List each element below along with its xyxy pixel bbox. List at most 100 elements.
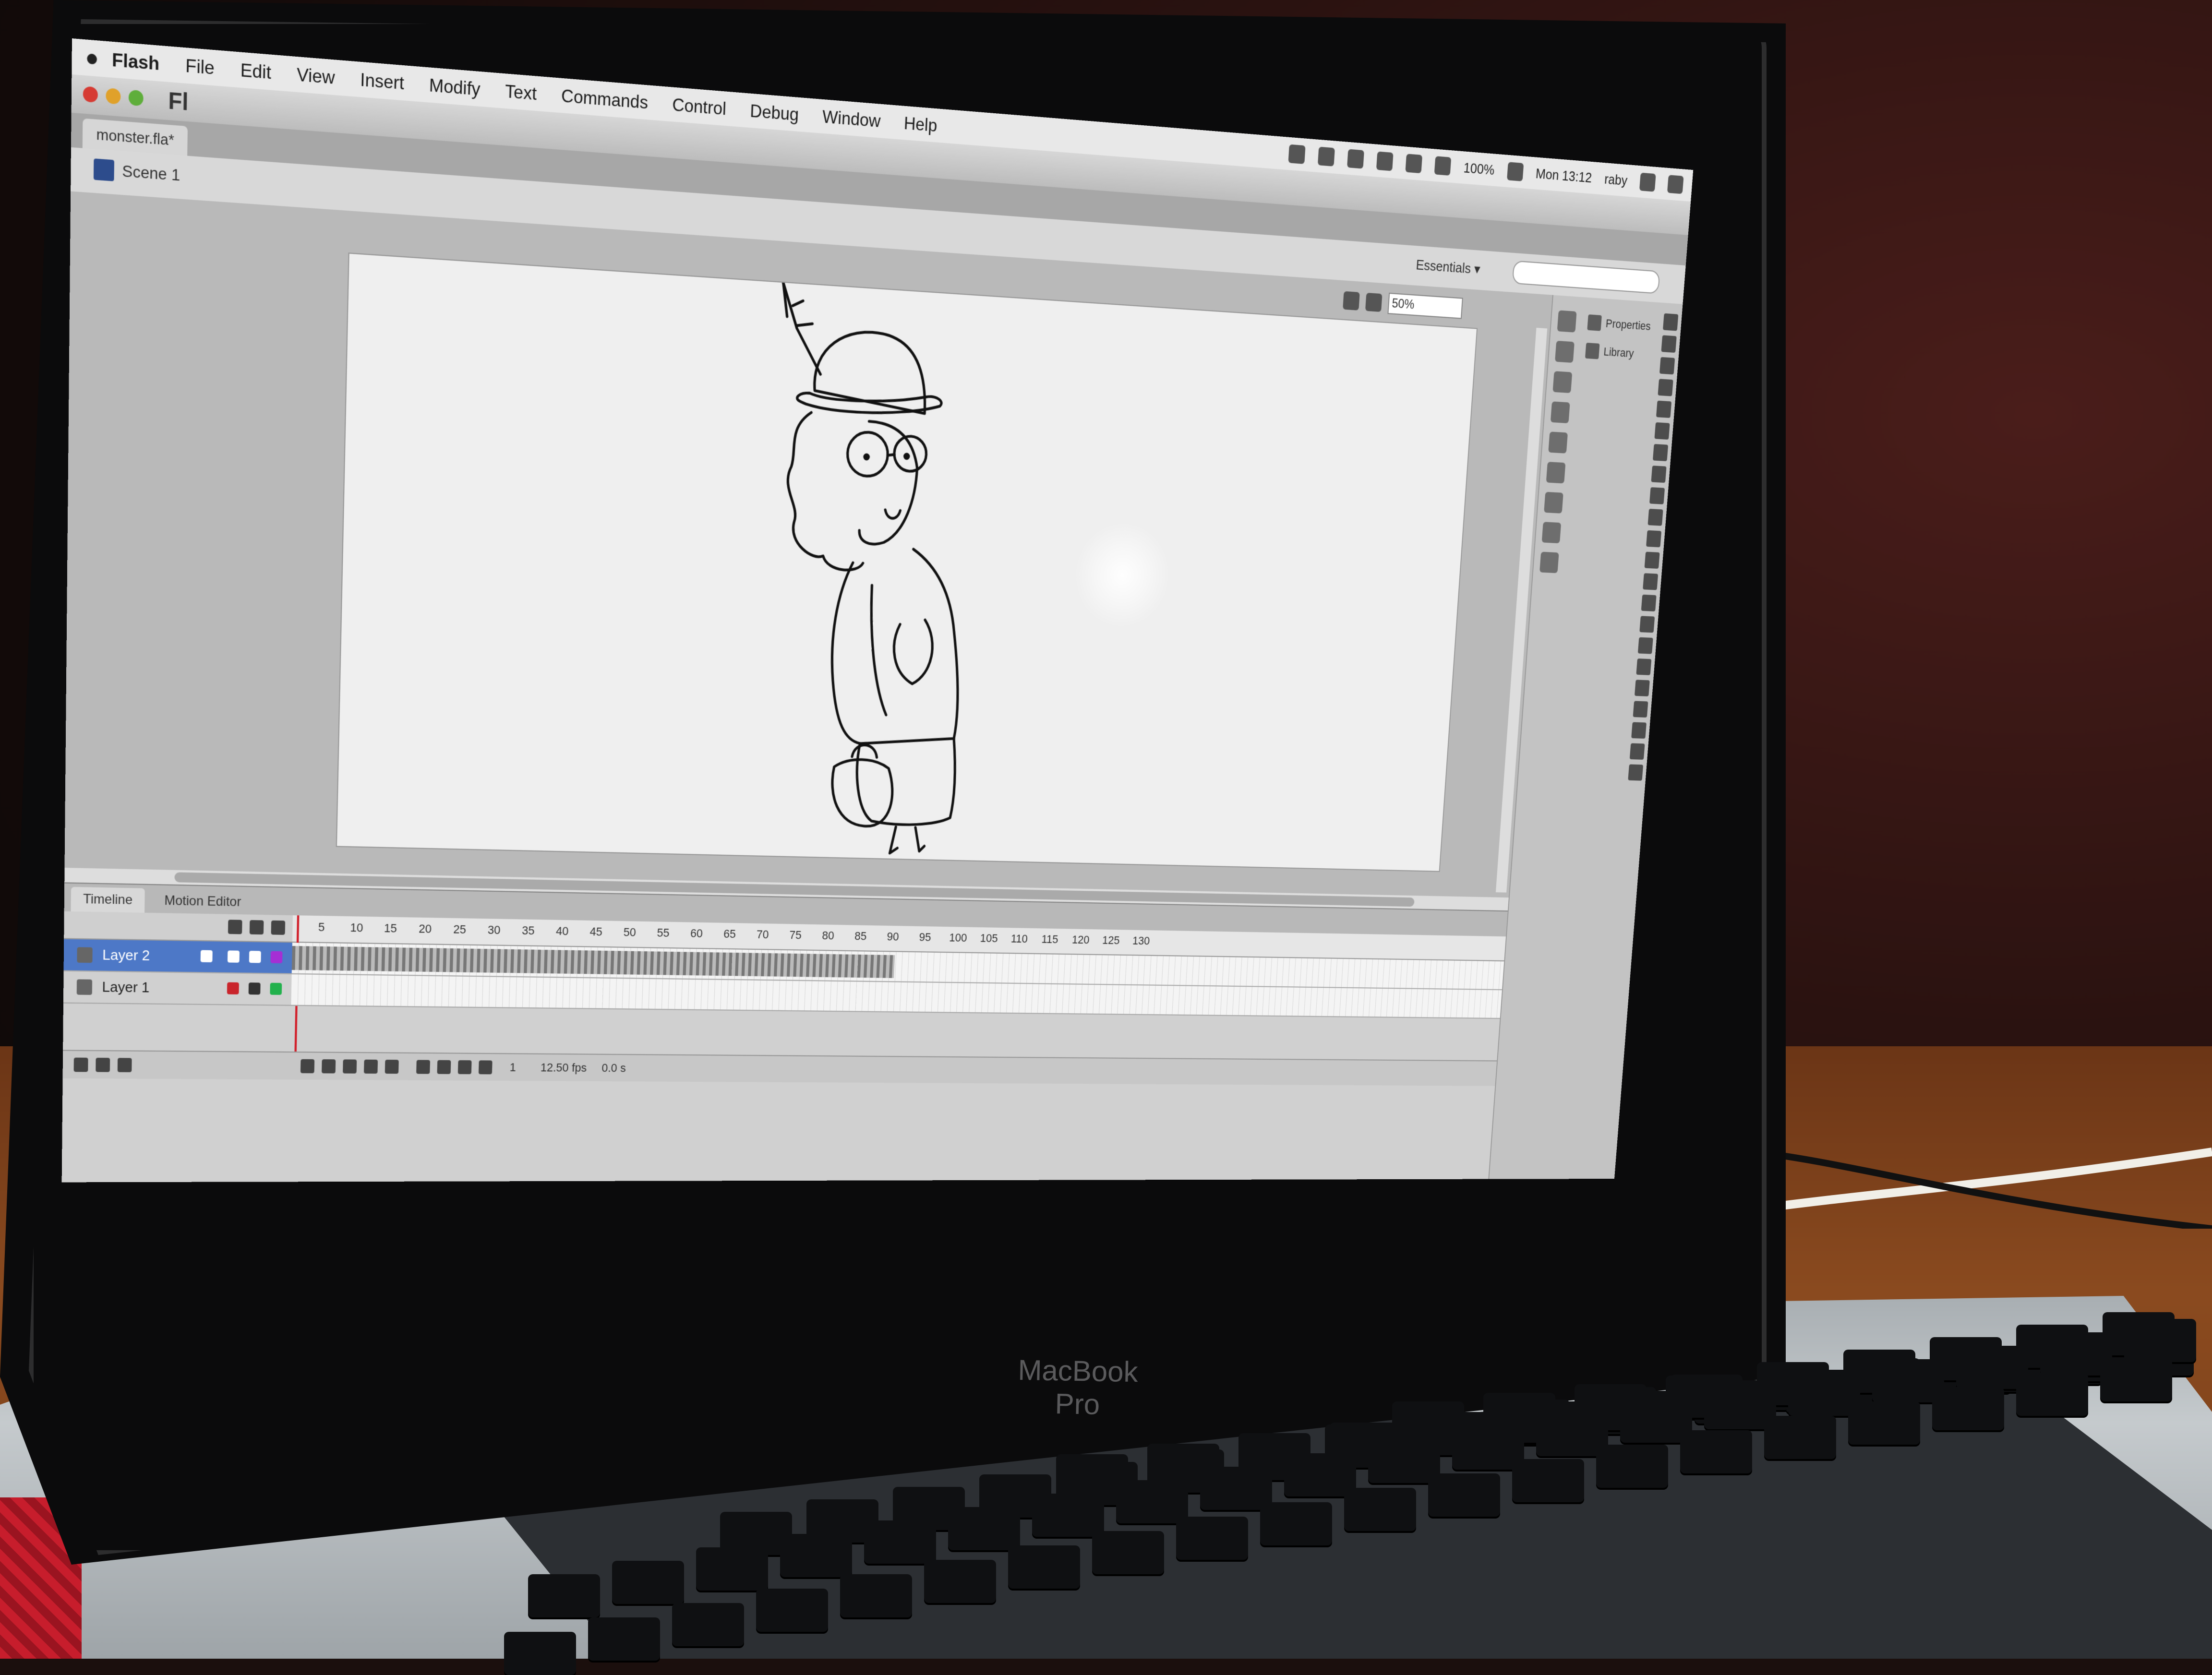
menu-text[interactable]: Text xyxy=(505,80,537,104)
snap-to-objects-icon[interactable] xyxy=(1628,764,1644,781)
layer-name[interactable]: Layer 2 xyxy=(102,946,150,964)
scene-label[interactable]: Scene 1 xyxy=(122,162,180,185)
layer-name[interactable]: Layer 1 xyxy=(102,979,149,996)
library-panel-tab[interactable]: Library xyxy=(1585,336,1654,369)
lock-icon[interactable] xyxy=(248,982,261,995)
close-window-icon[interactable] xyxy=(83,86,98,103)
step-forward-icon[interactable] xyxy=(363,1059,378,1074)
wifi-icon[interactable] xyxy=(1405,154,1423,174)
zoom-select[interactable]: 50% xyxy=(1387,292,1463,319)
go-to-first-frame-icon[interactable] xyxy=(300,1059,315,1074)
current-frame[interactable]: 1 xyxy=(509,1061,516,1075)
visibility-dot-icon[interactable] xyxy=(227,950,240,963)
eyedropper-tool-icon[interactable] xyxy=(1639,616,1655,633)
lock-all-icon[interactable] xyxy=(249,920,264,935)
workspace-switcher[interactable]: Essentials ▾ xyxy=(1416,257,1481,278)
code-snippets-icon[interactable] xyxy=(1546,462,1566,484)
outline-color-icon[interactable] xyxy=(270,951,283,964)
tween-span[interactable] xyxy=(291,945,895,978)
edit-multiple-frames-icon[interactable] xyxy=(478,1060,493,1075)
3d-rotation-tool-icon[interactable] xyxy=(1658,379,1673,396)
onion-skin-icon[interactable] xyxy=(437,1060,451,1074)
bone-tool-icon[interactable] xyxy=(1643,573,1659,590)
color-panel-icon[interactable] xyxy=(1557,310,1577,333)
zoom-tool-icon[interactable] xyxy=(1634,680,1650,697)
character-drawing[interactable] xyxy=(337,254,1477,871)
brush-tool-icon[interactable] xyxy=(1646,530,1662,548)
menu-help[interactable]: Help xyxy=(903,112,938,136)
menu-commands[interactable]: Commands xyxy=(561,85,649,113)
fill-color-icon[interactable] xyxy=(1631,722,1647,739)
edit-scene-icon[interactable] xyxy=(1365,292,1382,312)
align-panel-icon[interactable] xyxy=(1552,371,1573,394)
components-icon[interactable] xyxy=(1544,491,1563,514)
warning-icon[interactable] xyxy=(1317,146,1335,167)
zoom-window-icon[interactable] xyxy=(128,89,144,107)
free-transform-tool-icon[interactable] xyxy=(1659,357,1675,375)
ruler-frame-number: 35 xyxy=(521,923,535,937)
lock-dot-icon[interactable] xyxy=(249,951,261,963)
menu-edit[interactable]: Edit xyxy=(240,59,271,84)
pen-tool-icon[interactable] xyxy=(1654,422,1670,440)
loop-icon[interactable] xyxy=(416,1060,431,1074)
subselection-tool-icon[interactable] xyxy=(1661,335,1677,353)
clock[interactable]: Mon 13:12 xyxy=(1535,165,1592,186)
outline-color-icon[interactable] xyxy=(270,982,282,995)
battery-icon[interactable] xyxy=(1506,162,1524,181)
swatches-panel-icon[interactable] xyxy=(1555,340,1575,363)
new-folder-icon[interactable] xyxy=(96,1057,110,1072)
history-icon[interactable] xyxy=(1539,551,1559,574)
transform-panel-icon[interactable] xyxy=(1548,431,1568,454)
spotlight-icon[interactable] xyxy=(1639,172,1656,192)
pencil-tool-icon[interactable] xyxy=(1647,508,1663,526)
time-machine-icon[interactable] xyxy=(1347,149,1364,169)
dropbox-icon[interactable] xyxy=(1288,144,1306,164)
stroke-color-icon[interactable] xyxy=(1633,701,1648,718)
delete-layer-icon[interactable] xyxy=(117,1058,132,1073)
apple-menu-icon[interactable]: ● xyxy=(72,43,112,73)
layer-row-layer-1[interactable]: Layer 1 xyxy=(63,971,292,1006)
go-to-last-frame-icon[interactable] xyxy=(385,1059,399,1074)
selection-tool-icon[interactable] xyxy=(1662,313,1679,331)
text-tool-icon[interactable] xyxy=(1652,444,1669,462)
deco-tool-icon[interactable] xyxy=(1644,551,1660,569)
step-back-icon[interactable] xyxy=(322,1059,336,1074)
hand-tool-icon[interactable] xyxy=(1636,658,1652,675)
new-layer-icon[interactable] xyxy=(73,1057,88,1072)
keyboard-key xyxy=(2100,1358,2172,1401)
tab-timeline[interactable]: Timeline xyxy=(71,886,145,913)
edit-symbols-icon[interactable] xyxy=(1343,291,1360,311)
paint-bucket-tool-icon[interactable] xyxy=(1641,594,1657,612)
eraser-tool-icon[interactable] xyxy=(1637,637,1653,654)
menu-insert[interactable]: Insert xyxy=(360,69,404,94)
outline-all-icon[interactable] xyxy=(271,920,286,935)
menu-view[interactable]: View xyxy=(297,63,335,88)
show-hide-all-icon[interactable] xyxy=(228,920,242,934)
bluetooth-icon[interactable] xyxy=(1376,151,1394,171)
info-panel-icon[interactable] xyxy=(1550,401,1570,424)
layer-row-layer-2[interactable]: Layer 2 xyxy=(63,939,292,975)
properties-panel-tab[interactable]: Properties xyxy=(1587,308,1656,341)
list-icon[interactable] xyxy=(1667,175,1684,194)
stage-canvas[interactable] xyxy=(337,253,1477,871)
frame-rate[interactable]: 12.50 fps xyxy=(541,1061,587,1075)
rectangle-tool-icon[interactable] xyxy=(1649,487,1665,504)
volume-icon[interactable] xyxy=(1434,156,1452,176)
menu-control[interactable]: Control xyxy=(672,94,727,119)
menu-file[interactable]: File xyxy=(185,55,215,79)
hidden-x-icon[interactable] xyxy=(227,982,239,994)
line-tool-icon[interactable] xyxy=(1651,466,1667,483)
menu-window[interactable]: Window xyxy=(822,106,881,132)
tab-motion-editor[interactable]: Motion Editor xyxy=(152,888,253,914)
play-icon[interactable] xyxy=(343,1059,357,1074)
help-search-input[interactable] xyxy=(1512,260,1660,294)
lasso-tool-icon[interactable] xyxy=(1656,400,1672,418)
menu-app-name[interactable]: Flash xyxy=(112,48,160,74)
user-name[interactable]: raby xyxy=(1604,170,1628,189)
onion-skin-outlines-icon[interactable] xyxy=(457,1060,472,1075)
minimize-window-icon[interactable] xyxy=(106,88,121,105)
menu-debug[interactable]: Debug xyxy=(750,100,799,125)
motion-presets-icon[interactable] xyxy=(1541,522,1562,544)
menu-modify[interactable]: Modify xyxy=(429,74,481,99)
swap-colors-icon[interactable] xyxy=(1629,743,1645,760)
